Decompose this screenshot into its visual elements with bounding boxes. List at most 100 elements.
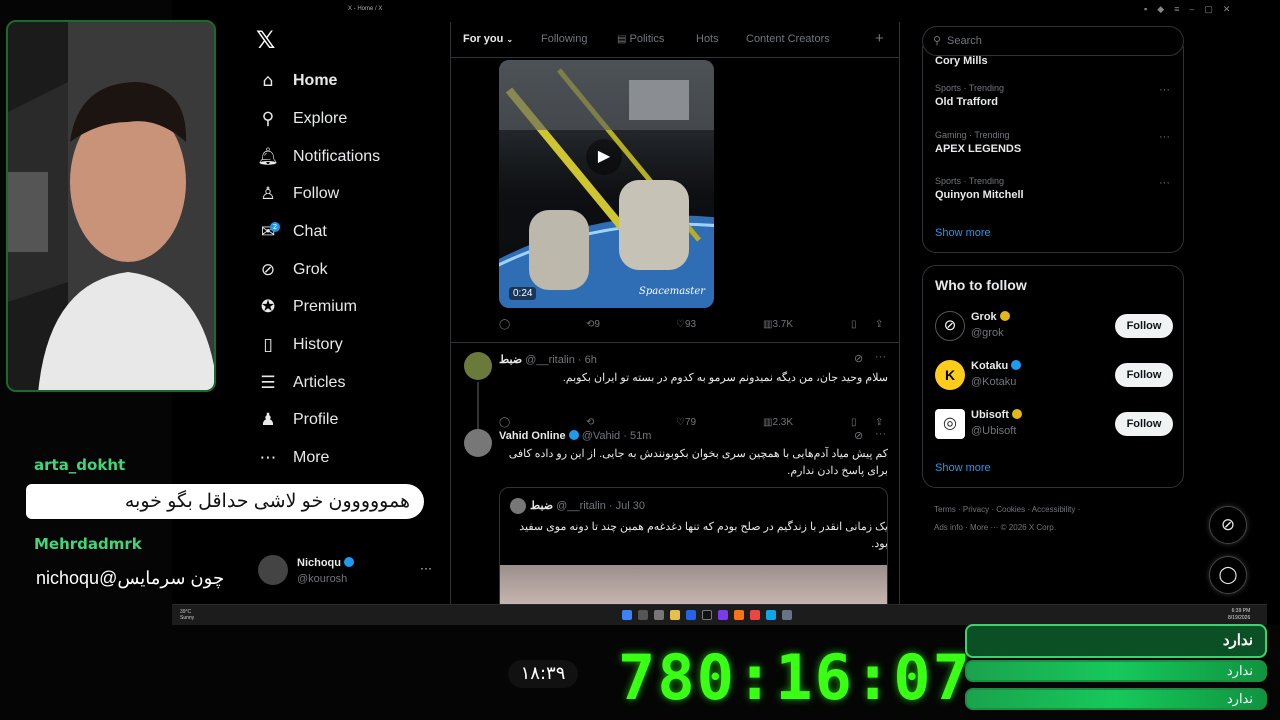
close-icon[interactable]: ✕	[1223, 4, 1231, 15]
nav-label: Premium	[293, 298, 358, 315]
reply-icon[interactable]: ◯	[499, 417, 510, 428]
nav-item-profile[interactable]: ♟ Profile	[258, 405, 338, 435]
nav-item-follow[interactable]: ♙ Follow	[258, 179, 339, 209]
browser-icon[interactable]	[734, 610, 744, 620]
maximize-icon[interactable]: ▢	[1204, 4, 1213, 15]
who-to-follow-panel: Who to follow ⊘ Grok @grok Follow K Kota…	[922, 265, 1184, 488]
system-clock[interactable]: 6:39 PM 8/19/2026	[1228, 608, 1250, 622]
stream-timer: 780:16:07	[618, 641, 972, 714]
account-switcher[interactable]: Nichoqu @kourosh ···	[258, 555, 438, 591]
play-icon[interactable]: ▶	[586, 139, 622, 175]
articles-icon: ☰	[260, 373, 276, 393]
avatar	[258, 555, 288, 585]
search-bar[interactable]: ⚲ Search	[922, 26, 1184, 56]
grok-icon[interactable]: ⊘	[854, 352, 863, 365]
more-dots-icon[interactable]: ···	[875, 351, 886, 363]
taskview-icon[interactable]	[654, 610, 664, 620]
nav-item-chat[interactable]: ✉ 2 Chat	[258, 217, 327, 247]
video-duration: 0:24	[509, 287, 537, 300]
share-icon[interactable]: ⇪	[875, 417, 883, 428]
reply-icon[interactable]: ◯	[499, 319, 510, 330]
quote-image[interactable]	[500, 565, 887, 605]
like-button[interactable]: ♡ 93	[676, 319, 696, 330]
window-controls[interactable]: ▪ ◆ ≡ – ▢ ✕	[1144, 4, 1230, 15]
nav-item-premium[interactable]: ✪ Premium	[258, 292, 357, 322]
nav-item-articles[interactable]: ☰ Articles	[258, 368, 345, 398]
search-icon[interactable]	[638, 610, 648, 620]
more-dots-icon[interactable]: ···	[420, 561, 432, 575]
more-dots-icon[interactable]: ···	[1159, 84, 1170, 96]
views-button[interactable]: ▥ 3.7K	[763, 319, 793, 330]
weather-widget[interactable]: 39°C Sunny	[180, 609, 194, 621]
search-icon: ⚲	[933, 34, 942, 47]
grok-fab-icon[interactable]: ⊘	[1209, 506, 1247, 544]
quoted-post[interactable]: ضبط @__ritalin · Jul 30 یک زمانی انقدر ب…	[499, 487, 888, 605]
chat-message-bubble: همووووون خو لاشی حداقل بگو خوبه	[26, 484, 424, 519]
follow-button[interactable]: Follow	[1115, 412, 1173, 436]
app-icon[interactable]	[782, 610, 792, 620]
nav-item-grok[interactable]: ⊘ Grok	[258, 255, 328, 285]
tab-hots[interactable]: Hots	[696, 33, 719, 45]
tab-politics[interactable]: ▤ Politics	[617, 33, 664, 45]
share-icon[interactable]: ⇪	[875, 319, 883, 330]
video-player[interactable]: ▶ 0:24 Spacemaster	[499, 60, 714, 308]
show-more-link[interactable]: Show more	[935, 227, 991, 239]
grok-icon[interactable]: ⊘	[854, 429, 863, 442]
bookmark-icon[interactable]: ▯	[851, 417, 857, 428]
x-app-icon[interactable]	[702, 610, 712, 620]
bookmark-icon[interactable]: ▯	[851, 319, 857, 330]
vscode-icon[interactable]	[686, 610, 696, 620]
brave-icon[interactable]	[750, 610, 760, 620]
add-tab-icon[interactable]: +	[875, 30, 884, 47]
footer-links[interactable]: Terms · Privacy · Cookies · Accessibilit…	[934, 505, 1080, 514]
show-more-link[interactable]: Show more	[935, 462, 991, 474]
nav-item-history[interactable]: ▯ History	[258, 330, 342, 360]
extensions-icon[interactable]: ▪	[1144, 4, 1147, 15]
tab-following[interactable]: Following	[541, 33, 587, 45]
repost-button[interactable]: ⟲ 9	[586, 319, 600, 330]
nav-item-explore[interactable]: ⚲ Explore	[258, 104, 347, 134]
follow-suggestion[interactable]: ⊘ Grok @grok Follow	[935, 309, 1175, 343]
nav-item-home[interactable]: ⌂ Home	[258, 66, 338, 96]
search-icon: ⚲	[261, 109, 275, 129]
windows-start-icon[interactable]	[622, 610, 632, 620]
menu-icon[interactable]: ≡	[1174, 4, 1179, 15]
folder-icon[interactable]	[670, 610, 680, 620]
more-dots-icon[interactable]: ···	[875, 428, 886, 440]
more-dots-icon[interactable]: ···	[1159, 177, 1170, 189]
trend-item[interactable]: Sports · Trending Quinyon Mitchell	[935, 176, 1024, 201]
obs-icon[interactable]	[718, 610, 728, 620]
tab-for-you[interactable]: For you ⌄	[463, 33, 513, 45]
follow-suggestion[interactable]: ◎ Ubisoft @Ubisoft Follow	[935, 407, 1175, 441]
views-button[interactable]: ▥ 2.3K	[763, 417, 793, 428]
chat-username: arta_dokht	[34, 456, 126, 474]
post-actions: ◯ ⟲ 9 ♡ 93 ▥ 3.7K ▯ ⇪	[499, 319, 889, 335]
like-button[interactable]: ♡ 79	[676, 417, 696, 428]
follow-button[interactable]: Follow	[1115, 363, 1173, 387]
follow-suggestion[interactable]: K Kotaku @Kotaku Follow	[935, 358, 1175, 392]
more-dots-icon[interactable]: ···	[1159, 131, 1170, 143]
search-input[interactable]: Search	[947, 35, 982, 47]
nav-item-more[interactable]: ⋯ More	[258, 443, 330, 473]
avatar	[464, 352, 492, 380]
bell-icon: 🔔︎	[257, 147, 279, 167]
stream-clock: ۱۸:۳۹	[508, 660, 578, 688]
trend-item[interactable]: Sports · Trending Old Trafford	[935, 83, 1004, 108]
bookmark-icon: ▯	[263, 335, 273, 355]
timeline[interactable]: For you ⌄ Following ▤ Politics Hots Cont…	[450, 22, 900, 605]
footer-links[interactable]: Ads info · More ··· © 2026 X Corp.	[934, 523, 1056, 532]
follow-button[interactable]: Follow	[1115, 314, 1173, 338]
quote-header: ضبط @__ritalin · Jul 30	[530, 500, 646, 512]
minimize-icon[interactable]: –	[1189, 4, 1194, 15]
goal-row: ندارد	[965, 660, 1267, 682]
repost-icon[interactable]: ⟲	[586, 417, 594, 428]
x-logo[interactable]: 𝕏	[256, 26, 275, 54]
tab-content-creators[interactable]: Content Creators	[746, 33, 830, 45]
kotaku-logo-icon: K	[935, 360, 965, 390]
steam-icon[interactable]	[766, 610, 776, 620]
trend-item[interactable]: Gaming · Trending APEX LEGENDS	[935, 130, 1021, 155]
nav-label: Articles	[293, 374, 346, 391]
messages-fab-icon[interactable]: ◯	[1209, 556, 1247, 594]
nav-item-notifications[interactable]: 🔔︎ Notifications	[257, 142, 380, 172]
shield-icon[interactable]: ◆	[1157, 4, 1164, 15]
